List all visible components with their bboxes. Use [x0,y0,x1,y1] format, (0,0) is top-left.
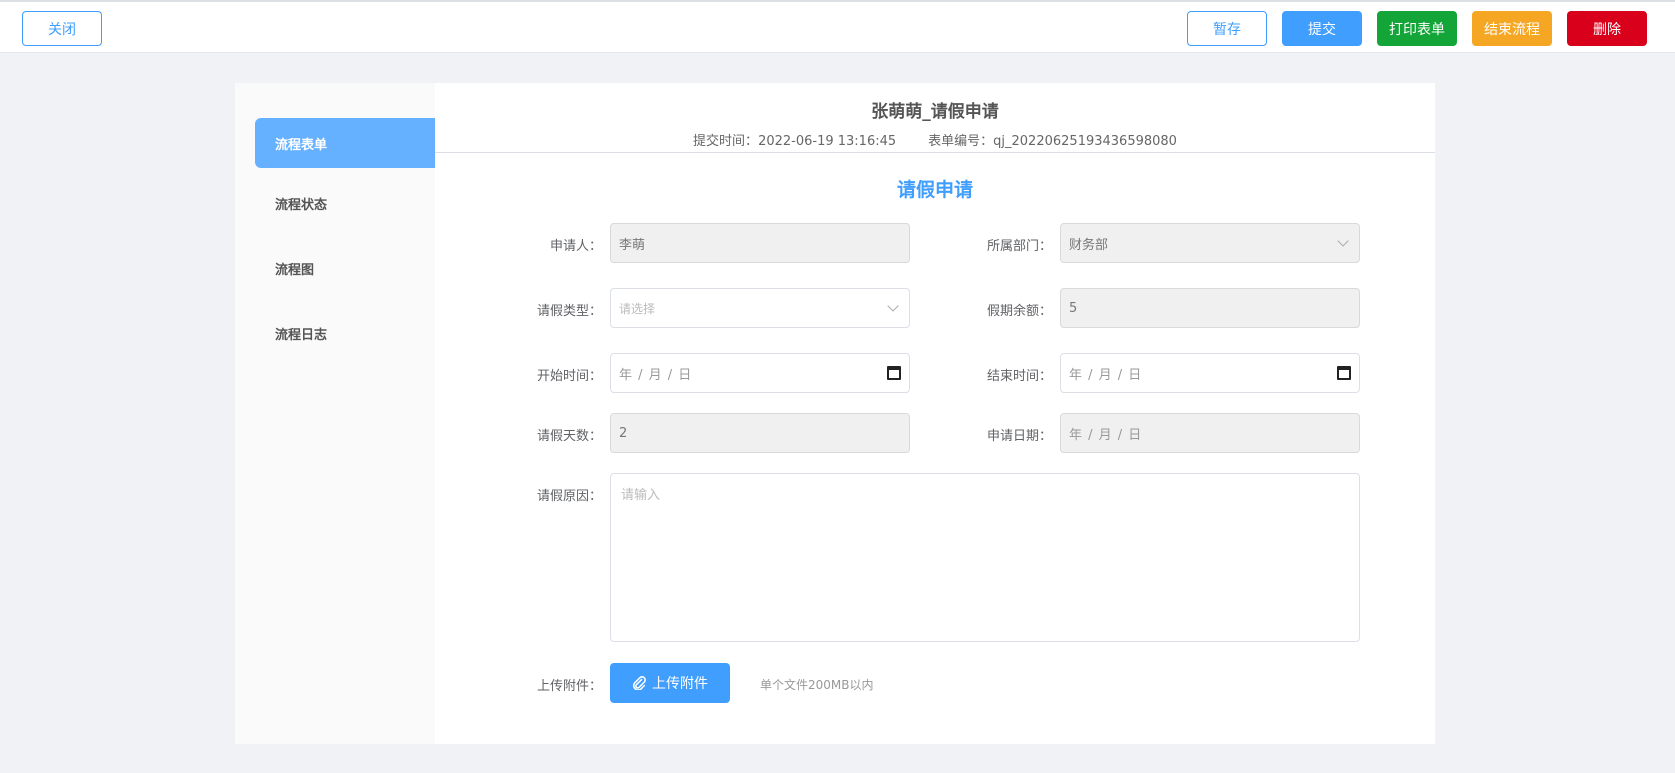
start-time-input[interactable]: 年 / 月 / 日 [610,353,910,393]
balance-label: 假期余额： [986,304,1052,319]
header-divider [435,152,1435,153]
applicant-value: 李萌 [619,237,646,253]
form-no: qj_20220625193436598080 [993,134,1177,149]
page-title: 张萌萌_请假申请 [871,102,999,122]
balance-field: 5 [1060,288,1360,328]
paperclip-icon [632,676,646,690]
balance-value: 5 [1069,300,1078,316]
submit-time-label: 提交时间： [693,134,759,149]
days-value: 2 [619,425,628,441]
attachment-label: 上传附件： [536,679,602,694]
header-meta: 提交时间：2022-06-19 13:16:45 表单编号：qj_20220625… [435,130,1435,149]
sidebar-item-process-status[interactable]: 流程状态 [255,178,435,228]
sidebar-item-flowchart[interactable]: 流程图 [255,243,435,293]
upload-hint: 单个文件200MB以内 [760,678,874,692]
leave-type-placeholder: 请选择 [619,301,656,316]
upload-attachment-button[interactable]: 上传附件 [610,663,730,703]
calendar-icon[interactable] [1337,366,1351,380]
department-value: 财务部 [1069,237,1109,253]
apply-date-label: 申请日期： [986,429,1052,444]
apply-date-placeholder: 年 / 月 / 日 [1069,427,1143,443]
form-card: 流程表单 流程状态 流程图 流程日志 张萌萌_请假申请 提交时间：2022-06… [235,83,1435,744]
form-no-label: 表单编号： [928,134,994,149]
reason-placeholder: 请输入 [621,488,661,503]
submit-button[interactable]: 提交 [1282,11,1362,46]
end-time-placeholder: 年 / 月 / 日 [1069,367,1143,383]
sidebar-item-process-form[interactable]: 流程表单 [255,118,435,168]
form-title: 请假申请 [896,179,973,201]
chevron-down-icon [887,300,899,312]
submit-time: 2022-06-19 13:16:45 [758,134,897,149]
chevron-down-icon [1337,235,1349,247]
days-field: 2 [610,413,910,453]
sidebar-item-process-log[interactable]: 流程日志 [255,308,435,358]
apply-date-field: 年 / 月 / 日 [1060,413,1360,453]
top-toolbar: 关闭 暂存 提交 打印表单 结束流程 删除 [0,0,1675,53]
end-process-button[interactable]: 结束流程 [1472,11,1552,46]
end-time-label: 结束时间： [986,369,1052,384]
reason-textarea[interactable]: 请输入 [610,473,1360,642]
leave-type-label: 请假类型： [536,304,602,319]
end-time-input[interactable]: 年 / 月 / 日 [1060,353,1360,393]
applicant-label: 申请人： [549,239,602,254]
start-time-label: 开始时间： [536,369,602,384]
close-button[interactable]: 关闭 [22,11,102,46]
applicant-field: 李萌 [610,223,910,263]
print-form-button[interactable]: 打印表单 [1377,11,1457,46]
department-label: 所属部门： [986,239,1052,254]
sidebar: 流程表单 流程状态 流程图 流程日志 [235,83,435,744]
department-select: 财务部 [1060,223,1360,263]
reason-label: 请假原因： [536,489,602,504]
calendar-icon[interactable] [887,366,901,380]
start-time-placeholder: 年 / 月 / 日 [619,367,693,383]
leave-type-select[interactable]: 请选择 [610,288,910,328]
upload-button-label: 上传附件 [652,676,708,692]
days-label: 请假天数： [536,429,602,444]
save-draft-button[interactable]: 暂存 [1187,11,1267,46]
delete-button[interactable]: 删除 [1567,11,1647,46]
